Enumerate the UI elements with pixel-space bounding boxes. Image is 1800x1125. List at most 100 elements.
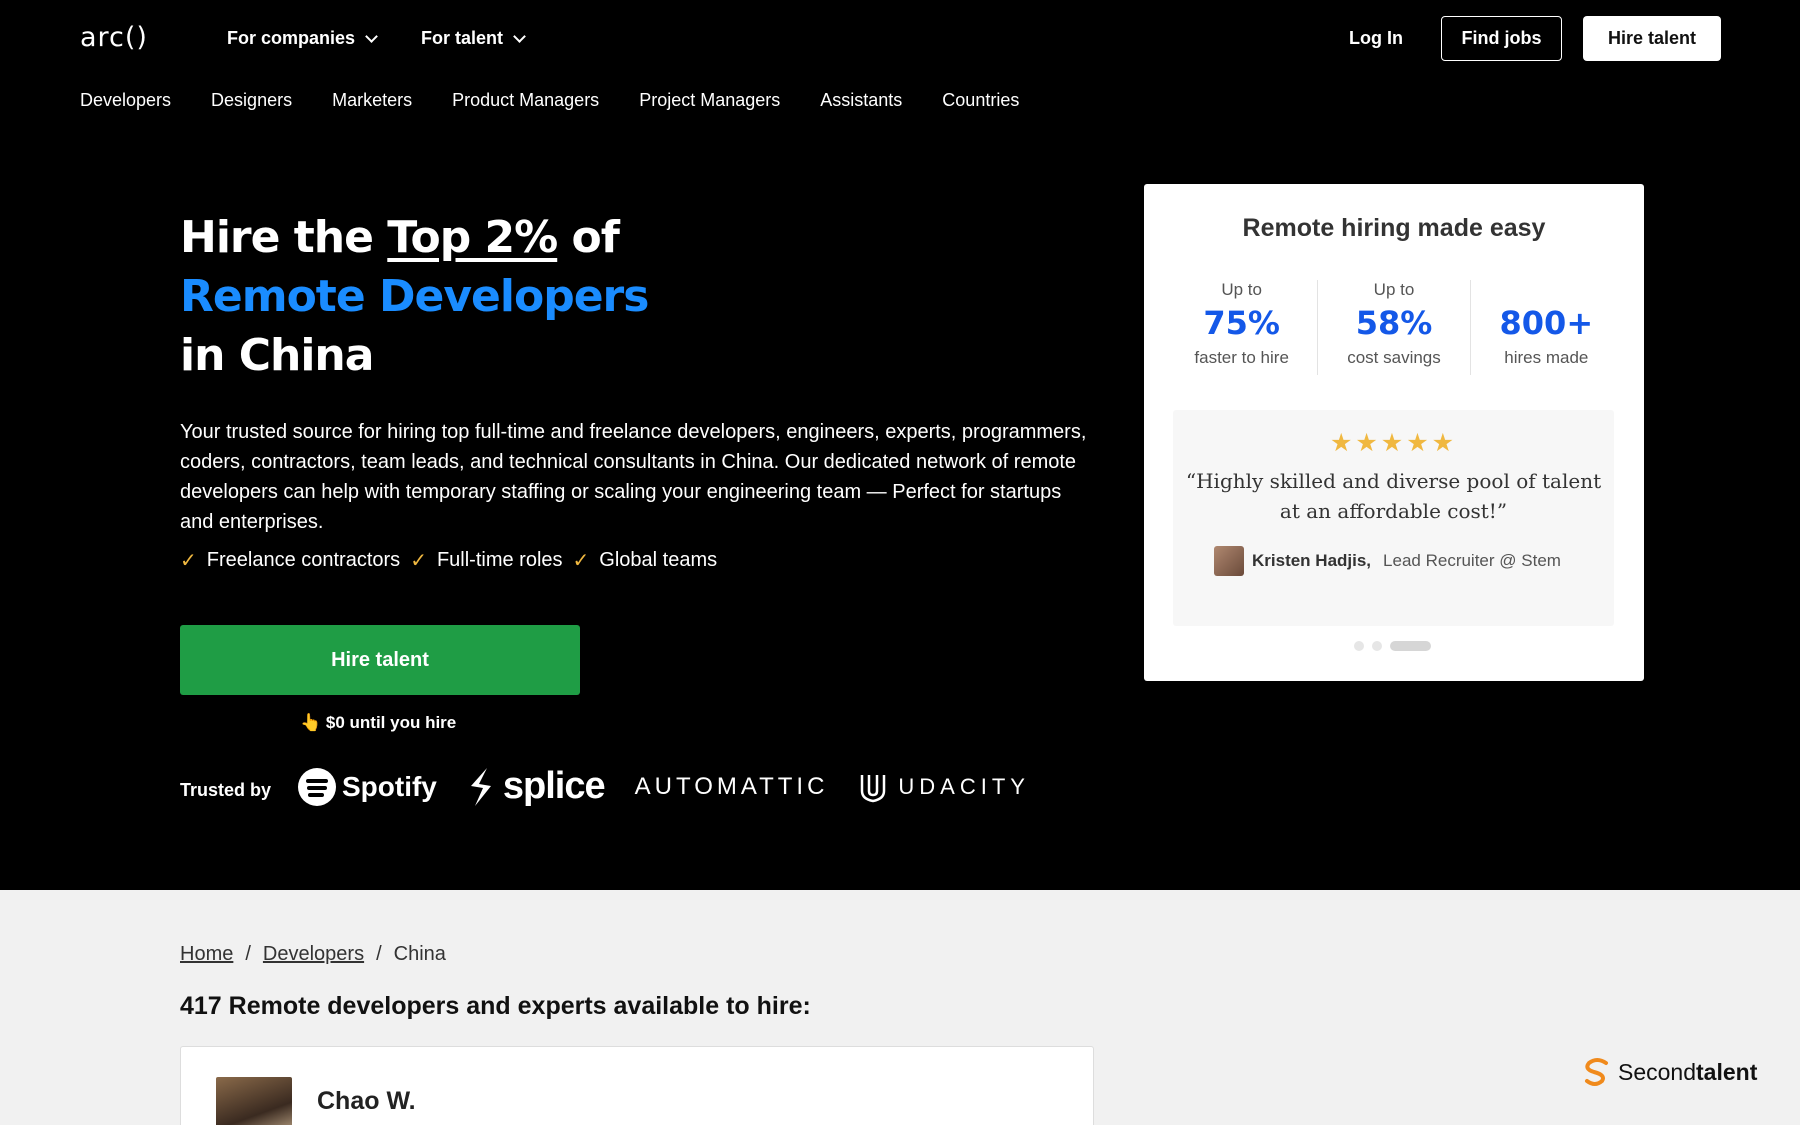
- secondtalent-icon: [1585, 1058, 1608, 1086]
- stat-value: 75%: [1203, 304, 1280, 342]
- udacity-wordmark: UDACITY: [898, 773, 1030, 799]
- spotify-wordmark: Spotify: [342, 770, 437, 802]
- cta-note-text: $0 until you hire: [325, 713, 457, 732]
- reviewer-name: Kristen Hadjis,: [1252, 551, 1372, 570]
- card-title: Remote hiring made easy: [1242, 214, 1546, 242]
- check-label: Global teams: [599, 549, 718, 571]
- chevron-down-icon: [365, 29, 378, 43]
- developer-card[interactable]: Chao W.: [180, 1046, 1094, 1125]
- for-talent-label: For talent: [421, 28, 504, 48]
- carousel-dots: [1354, 641, 1431, 651]
- find-jobs-button[interactable]: Find jobs: [1441, 16, 1562, 61]
- checkmark-icon: ✓: [180, 550, 197, 572]
- login-link[interactable]: Log In: [1349, 28, 1403, 49]
- breadcrumb-separator: /: [245, 943, 251, 965]
- star-icon: ★: [1431, 429, 1458, 457]
- hero-title: Hire the Top 2% of Remote Developers in …: [180, 208, 880, 385]
- spotify-icon: [298, 767, 336, 806]
- stat-prefix: [1471, 280, 1622, 300]
- developer-name[interactable]: Chao W.: [317, 1087, 416, 1116]
- star-rating: ★★★★★: [1173, 428, 1614, 458]
- stat-label: faster to hire: [1194, 348, 1289, 367]
- stat-item: 800+ hires made: [1469, 280, 1622, 375]
- check-label: Freelance contractors: [206, 549, 401, 571]
- reviewer: Kristen Hadjis, Lead Recruiter @ Stem: [1214, 546, 1561, 576]
- testimonial: ★★★★★ “Highly skilled and diverse pool o…: [1173, 410, 1614, 626]
- carousel-dot[interactable]: [1372, 641, 1382, 651]
- breadcrumb-developers[interactable]: Developers: [263, 943, 364, 966]
- udacity-icon: [861, 774, 886, 802]
- check-label: Full-time roles: [436, 549, 563, 571]
- udacity-logo: UDACITY: [858, 771, 1030, 803]
- hiring-stats-card: Remote hiring made easy Up to 75% faster…: [1144, 184, 1644, 681]
- title-part1: Hire the: [180, 212, 388, 263]
- avatar: [1214, 546, 1244, 576]
- breadcrumb-separator: /: [376, 943, 382, 965]
- client-logos: Spotify splice AUTOMATTIC UDACITY: [298, 765, 1030, 808]
- subnav-project-managers[interactable]: Project Managers: [639, 90, 780, 111]
- hero-description: Your trusted source for hiring top full-…: [180, 421, 1087, 533]
- reviewer-role: Lead Recruiter @ Stem: [1383, 551, 1561, 570]
- carousel-dot[interactable]: [1354, 641, 1364, 651]
- subnav-product-managers[interactable]: Product Managers: [452, 90, 599, 111]
- star-icon: ★: [1355, 429, 1381, 457]
- hire-talent-header-button[interactable]: Hire talent: [1583, 16, 1721, 61]
- badge-text-part1: Second: [1618, 1058, 1697, 1085]
- top-navbar: arc() For companies For talent Log In Fi…: [0, 0, 1800, 80]
- splice-logo: splice: [467, 765, 606, 808]
- title-line2: Remote Developers: [180, 271, 649, 322]
- checkmark-icon: ✓: [572, 550, 590, 572]
- pointing-hand-icon: 👆: [300, 713, 326, 732]
- category-nav: Developers Designers Marketers Product M…: [80, 90, 1019, 111]
- check-item: ✓ Global teams: [573, 548, 718, 573]
- breadcrumb: Home / Developers / China: [180, 943, 446, 966]
- breadcrumb-current: China: [393, 943, 446, 965]
- listing-section: Home / Developers / China 417 Remote dev…: [0, 890, 1800, 1125]
- splice-wordmark: splice: [502, 765, 606, 807]
- stat-item: Up to 58% cost savings: [1317, 280, 1469, 375]
- hire-talent-cta-button[interactable]: Hire talent: [180, 625, 580, 695]
- for-talent-dropdown[interactable]: For talent: [421, 28, 526, 49]
- hero-checklist: ✓ Freelance contractors ✓ Full-time roles …: [180, 548, 717, 573]
- title-line3: in China: [180, 330, 374, 381]
- cta-note: 👆 $0 until you hire: [300, 713, 456, 733]
- star-icon: ★: [1406, 429, 1432, 457]
- for-companies-dropdown[interactable]: For companies: [227, 28, 378, 49]
- subnav-marketers[interactable]: Marketers: [332, 90, 412, 111]
- stat-value: 800+: [1499, 304, 1594, 342]
- testimonial-quote: “Highly skilled and diverse pool of tale…: [1185, 469, 1602, 523]
- subnav-assistants[interactable]: Assistants: [820, 90, 902, 111]
- stat-prefix: Up to: [1373, 280, 1415, 299]
- badge-text-part2: talent: [1696, 1058, 1758, 1085]
- primary-nav: For companies For talent: [227, 28, 526, 49]
- badge-text: Secondtalent: [1618, 1059, 1757, 1086]
- developer-photo: [216, 1077, 292, 1125]
- check-item: ✓ Full-time roles: [410, 548, 562, 573]
- checkmark-icon: ✓: [410, 550, 427, 572]
- automattic-logo: AUTOMATTIC: [634, 772, 829, 800]
- splice-icon: [470, 767, 491, 806]
- stat-item: Up to 75% faster to hire: [1166, 280, 1317, 375]
- subnav-developers[interactable]: Developers: [80, 90, 171, 111]
- subnav-countries[interactable]: Countries: [942, 90, 1019, 111]
- check-item: ✓ Freelance contractors: [180, 548, 400, 573]
- stats-row: Up to 75% faster to hire Up to 58% cost …: [1166, 280, 1622, 375]
- breadcrumb-home[interactable]: Home: [180, 943, 233, 966]
- stat-label: hires made: [1504, 348, 1589, 367]
- star-icon: ★: [1329, 429, 1356, 457]
- secondtalent-badge[interactable]: Secondtalent: [1582, 1057, 1757, 1087]
- chevron-down-icon: [513, 29, 526, 43]
- star-icon: ★: [1380, 429, 1407, 457]
- subnav-designers[interactable]: Designers: [211, 90, 292, 111]
- title-part2: of: [557, 212, 620, 263]
- carousel-dot-active[interactable]: [1390, 641, 1431, 651]
- spotify-logo: Spotify: [298, 767, 437, 806]
- for-companies-label: For companies: [227, 28, 356, 48]
- arc-logo[interactable]: arc(): [80, 22, 148, 53]
- trusted-by-label: Trusted by: [180, 780, 272, 800]
- available-heading: 417 Remote developers and experts availa…: [180, 992, 811, 1020]
- stat-prefix: Up to: [1221, 280, 1262, 299]
- stat-label: cost savings: [1347, 348, 1441, 367]
- title-highlight: Top 2%: [387, 212, 558, 263]
- stat-value: 58%: [1355, 304, 1433, 342]
